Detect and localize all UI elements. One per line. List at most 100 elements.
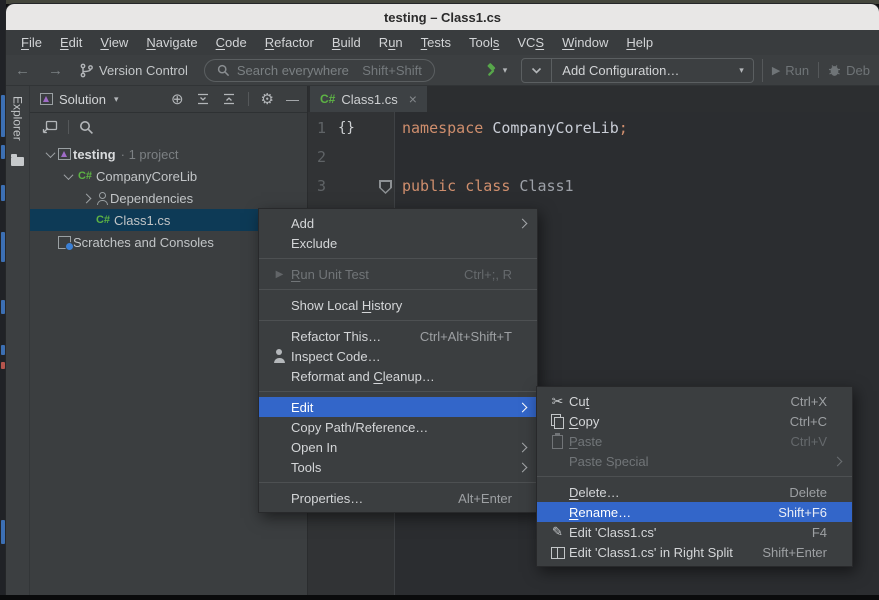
submenu-item-copy[interactable]: Copy Ctrl+C	[537, 411, 852, 431]
search-icon	[217, 64, 230, 77]
submenu-item-edit-class1-cs-in-right-split[interactable]: Edit 'Class1.cs' in Right Split Shift+En…	[537, 542, 852, 562]
pencil-icon	[546, 524, 569, 540]
context-menu-item-add[interactable]: Add	[259, 213, 537, 233]
gear-icon[interactable]: ⚙	[261, 92, 274, 107]
debug-label: Deb	[846, 63, 870, 78]
forward-icon[interactable]: →	[39, 62, 72, 79]
version-control-button[interactable]: Version Control	[80, 63, 188, 78]
menubar-item-file[interactable]: File	[12, 30, 51, 55]
separator	[259, 320, 537, 321]
dropdown-arrow-icon: ▾	[730, 65, 753, 76]
folder-icon[interactable]	[11, 157, 24, 166]
chevron-down-icon[interactable]: ▾	[503, 65, 508, 76]
context-menu-item-copy-path-reference[interactable]: Copy Path/Reference…	[259, 417, 537, 437]
locate-file-icon[interactable]: ⊕	[171, 92, 184, 107]
search-everywhere-input[interactable]: Search everywhere Shift+Shift	[204, 59, 435, 82]
shortcut-label: Ctrl+V	[791, 434, 827, 449]
line-number: 3	[317, 172, 326, 201]
menubar-item-run[interactable]: Run	[370, 30, 412, 55]
submenu-item-edit-class1-cs[interactable]: Edit 'Class1.cs' F4	[537, 522, 852, 542]
editor-tab-class1[interactable]: C# Class1.cs ×	[310, 86, 427, 112]
split-icon	[546, 544, 569, 560]
collapse-all-icon[interactable]	[222, 92, 236, 106]
solution-panel-header: Solution ▾ ⊕ ⚙ —	[30, 86, 307, 113]
context-menu-item-properties[interactable]: Properties… Alt+Enter	[259, 488, 537, 508]
title-bar[interactable]: testing – Class1.cs	[6, 4, 879, 30]
context-menu-item-tools[interactable]: Tools	[259, 457, 537, 477]
explorer-stripe-button[interactable]: Explorer	[11, 96, 25, 141]
close-icon[interactable]: ×	[409, 91, 417, 107]
code-text: namespace CompanyCoreLib;	[402, 114, 628, 143]
context-menu-item-inspect-code[interactable]: Inspect Code…	[259, 346, 537, 366]
submenu-arrow-icon	[518, 442, 528, 452]
csharp-project-icon	[76, 169, 94, 183]
hammer-icon	[483, 62, 499, 78]
window-title: testing – Class1.cs	[384, 10, 501, 25]
menubar-item-tests[interactable]: Tests	[412, 30, 460, 55]
run-configuration-select[interactable]: Add Configuration… ▾	[521, 58, 754, 83]
chevron-down-icon[interactable]: ▾	[114, 94, 119, 105]
tree-chevron-icon[interactable]	[60, 173, 76, 180]
separator	[259, 258, 537, 259]
menubar-item-build[interactable]: Build	[323, 30, 370, 55]
menubar-item-edit[interactable]: Edit	[51, 30, 91, 55]
chevron-down-icon[interactable]	[522, 59, 552, 82]
submenu-item-delete[interactable]: Delete… Delete	[537, 482, 852, 502]
inspect-icon	[268, 348, 291, 364]
submenu-item-rename[interactable]: Rename… Shift+F6	[537, 502, 852, 522]
code-line[interactable]: 2	[308, 143, 879, 172]
menubar-item-vcs[interactable]: VCS	[508, 30, 553, 55]
submenu-item-cut[interactable]: Cut Ctrl+X	[537, 391, 852, 411]
submenu-item-paste-special[interactable]: Paste Special	[537, 451, 852, 471]
expand-all-icon[interactable]	[196, 92, 210, 106]
fold-marker-icon[interactable]	[379, 180, 392, 194]
braces-gutter-icon[interactable]: {}	[338, 114, 355, 143]
line-number: 2	[317, 143, 326, 172]
tree-item-testing[interactable]: testing · 1 project	[30, 143, 307, 165]
menubar-item-navigate[interactable]: Navigate	[137, 30, 206, 55]
context-menu-item-open-in[interactable]: Open In	[259, 437, 537, 457]
shortcut-label: Delete	[789, 485, 827, 500]
context-menu-item-refactor-this[interactable]: Refactor This… Ctrl+Alt+Shift+T	[259, 326, 537, 346]
submenu-arrow-icon	[518, 218, 528, 228]
run-icon	[268, 266, 291, 282]
run-button[interactable]: ▶ Run	[763, 63, 818, 78]
scratches-icon	[58, 236, 71, 249]
menu-bar: File Edit View Navigate Code Refactor Bu…	[6, 30, 879, 55]
solution-view-selector[interactable]: Solution	[59, 92, 106, 107]
code-text: public class Class1	[402, 172, 574, 201]
shortcut-label: Ctrl+Alt+Shift+T	[420, 329, 512, 344]
context-menu-item-exclude[interactable]: Exclude	[259, 233, 537, 253]
tree-item-dependencies[interactable]: Dependencies	[30, 187, 307, 209]
code-line[interactable]: 3 public class Class1	[308, 172, 879, 201]
run-debug-group: ▶ Run Deb	[762, 59, 879, 82]
back-icon[interactable]: ←	[6, 62, 39, 79]
code-line[interactable]: 1 {} namespace CompanyCoreLib;	[308, 114, 879, 143]
tree-item-companycorelib[interactable]: CompanyCoreLib	[30, 165, 307, 187]
context-menu-item-reformat-and-cleanup[interactable]: Reformat and Cleanup…	[259, 366, 537, 386]
select-opened-file-icon[interactable]	[42, 120, 58, 134]
context-menu-item-show-local-history[interactable]: Show Local History	[259, 295, 537, 315]
sliver-mark	[1, 95, 5, 137]
copy-icon	[546, 413, 569, 429]
menubar-item-help[interactable]: Help	[617, 30, 662, 55]
debug-button[interactable]: Deb	[819, 63, 879, 78]
menubar-item-tools[interactable]: Tools	[460, 30, 508, 55]
submenu-arrow-icon	[518, 402, 528, 412]
edit-submenu: Cut Ctrl+X Copy Ctrl+C Paste Ctrl+V Past…	[536, 386, 853, 567]
menubar-item-code[interactable]: Code	[207, 30, 256, 55]
context-menu-item-edit[interactable]: Edit	[259, 397, 537, 417]
menubar-item-refactor[interactable]: Refactor	[256, 30, 323, 55]
tree-chevron-icon[interactable]	[42, 151, 58, 158]
code-lines: 1 {} namespace CompanyCoreLib; 2 3	[308, 114, 879, 201]
context-menu-item-run-unit-test[interactable]: Run Unit Test Ctrl+;, R	[259, 264, 537, 284]
panel-toolbar-divider	[68, 120, 69, 134]
submenu-item-paste[interactable]: Paste Ctrl+V	[537, 431, 852, 451]
hide-panel-icon[interactable]: —	[286, 92, 299, 107]
menubar-item-view[interactable]: View	[91, 30, 137, 55]
branch-icon	[80, 63, 93, 78]
menubar-item-window[interactable]: Window	[553, 30, 617, 55]
search-icon[interactable]	[79, 120, 94, 135]
build-button[interactable]: ▾	[483, 62, 508, 78]
tree-chevron-icon[interactable]	[78, 195, 94, 202]
